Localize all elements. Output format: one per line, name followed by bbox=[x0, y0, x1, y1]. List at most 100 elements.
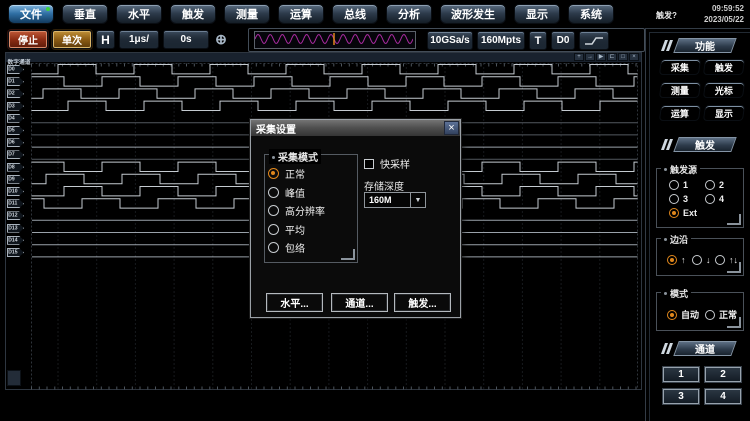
radio-unselected[interactable] bbox=[268, 242, 279, 253]
menu-item-10[interactable]: 系统 bbox=[568, 4, 614, 24]
waveform-position-preview[interactable] bbox=[254, 31, 416, 49]
channel-button-4[interactable]: 4 bbox=[704, 388, 742, 405]
channel-settings-button[interactable]: 通道... bbox=[331, 293, 388, 312]
menu-item-8[interactable]: 波形发生 bbox=[440, 4, 506, 24]
acq-mode-option-3[interactable]: 平均 bbox=[268, 222, 305, 237]
fast-sample-checkbox[interactable] bbox=[364, 159, 374, 169]
dialog-close-icon[interactable]: × bbox=[444, 121, 459, 135]
function-button-0[interactable]: 采集 bbox=[659, 59, 701, 75]
radio-unselected[interactable] bbox=[705, 180, 715, 190]
channel-button-1[interactable]: 1 bbox=[662, 366, 700, 383]
menu-item-7[interactable]: 分析 bbox=[386, 4, 432, 24]
radio-unselected[interactable] bbox=[692, 255, 702, 265]
horizontal-button[interactable]: H bbox=[96, 30, 115, 49]
edge-option-2[interactable]: ↑↓ bbox=[715, 255, 738, 265]
menu-item-label: 水平 bbox=[128, 6, 150, 22]
radio-unselected[interactable] bbox=[669, 194, 679, 204]
channel-section-header: 通道 bbox=[673, 341, 736, 356]
menu-item-1[interactable]: 垂直 bbox=[62, 4, 108, 24]
dialog-titlebar[interactable]: 采集设置 bbox=[251, 120, 460, 136]
menu-item-9[interactable]: 显示 bbox=[514, 4, 560, 24]
channel-button-grid: 1234 bbox=[662, 366, 746, 410]
edge-option-1[interactable]: ↓ bbox=[692, 255, 711, 265]
channel-tag-label: D11 bbox=[8, 201, 17, 206]
menu-item-label: 系统 bbox=[580, 6, 602, 22]
radio-unselected[interactable] bbox=[715, 255, 725, 265]
window-collapse-icon[interactable]: ⊏ bbox=[607, 53, 617, 61]
channel-button-3[interactable]: 3 bbox=[662, 388, 700, 405]
radio-selected[interactable] bbox=[667, 255, 677, 265]
menu-item-2[interactable]: 水平 bbox=[116, 4, 162, 24]
window-maximize-icon[interactable]: □ bbox=[618, 53, 628, 61]
radio-unselected[interactable] bbox=[705, 310, 715, 320]
trigger-source-label: 触发源 bbox=[661, 163, 700, 176]
horizontal-offset-button[interactable]: 0s bbox=[163, 30, 209, 49]
trigger-source-option-4[interactable]: 4 bbox=[705, 194, 724, 204]
window-arrow-right-icon[interactable]: → bbox=[585, 53, 595, 61]
window-play-icon[interactable]: ▶ bbox=[596, 53, 606, 61]
acquisition-toolbar-frame: 10GSa/s 160Mpts T D0 bbox=[248, 28, 645, 52]
menu-item-4[interactable]: 测量 bbox=[224, 4, 270, 24]
channel-tag-label: D3 bbox=[8, 104, 14, 109]
trigger-indicator-button[interactable]: T bbox=[529, 31, 547, 50]
timebase-button[interactable]: 1μs/ bbox=[119, 30, 159, 49]
sample-rate-button[interactable]: 10GSa/s bbox=[427, 31, 473, 50]
scroll-handle[interactable] bbox=[7, 370, 21, 386]
trigger-source-group: 触发源 1234Ext bbox=[656, 168, 744, 228]
trigger-source-option-1[interactable]: 1 bbox=[669, 180, 688, 190]
trigger-settings-button[interactable]: 触发... bbox=[394, 293, 451, 312]
channel-button-2[interactable]: 2 bbox=[704, 366, 742, 383]
radio-unselected[interactable] bbox=[669, 180, 679, 190]
oscilloscope-screen: 文件垂直水平触发测量运算总线分析波形发生显示系统 触发? 09:59:52 20… bbox=[0, 0, 750, 421]
radio-selected[interactable] bbox=[669, 208, 679, 218]
function-button-3[interactable]: 光标 bbox=[703, 82, 745, 98]
window-plus-icon[interactable]: + bbox=[574, 53, 584, 61]
menu-item-label: 分析 bbox=[398, 6, 420, 22]
acq-mode-option-2[interactable]: 高分辨率 bbox=[268, 203, 325, 218]
acq-mode-option-4[interactable]: 包络 bbox=[268, 240, 305, 255]
single-button[interactable]: 单次 bbox=[52, 30, 92, 49]
function-button-label: 显示 bbox=[715, 107, 733, 120]
function-button-4[interactable]: 运算 bbox=[659, 105, 701, 121]
active-indicator-dot bbox=[46, 7, 50, 11]
acq-mode-option-0[interactable]: 正常 bbox=[268, 166, 305, 181]
channel-tag-label: D6 bbox=[8, 140, 14, 145]
window-close-icon[interactable]: × bbox=[629, 53, 639, 61]
rising-edge-icon[interactable] bbox=[579, 31, 609, 50]
menu-item-5[interactable]: 运算 bbox=[278, 4, 324, 24]
fast-sample-label: 快采样 bbox=[380, 156, 410, 171]
edge-group: 边沿 ↑↓↑↓ bbox=[656, 238, 744, 276]
memory-depth-dropdown[interactable]: 160M ▼ bbox=[364, 192, 426, 208]
function-button-5[interactable]: 显示 bbox=[703, 105, 745, 121]
function-button-1[interactable]: 触发 bbox=[703, 59, 745, 75]
radio-unselected[interactable] bbox=[268, 224, 279, 235]
acq-mode-option-1[interactable]: 峰值 bbox=[268, 185, 305, 200]
menu-item-0[interactable]: 文件 bbox=[8, 4, 54, 24]
trigger-status-label: 触发? bbox=[656, 10, 677, 21]
radio-unselected[interactable] bbox=[705, 194, 715, 204]
radio-label: ↑↓ bbox=[729, 255, 738, 265]
memory-depth-button[interactable]: 160Mpts bbox=[477, 31, 525, 50]
menu-item-6[interactable]: 总线 bbox=[332, 4, 378, 24]
mode-option-1[interactable]: 正常 bbox=[705, 308, 737, 321]
radio-label: ↑ bbox=[681, 255, 686, 265]
trigger-source-option-3[interactable]: 3 bbox=[669, 194, 688, 204]
digital-window-titlebar[interactable]: 数字通道 bbox=[6, 53, 641, 62]
trigger-source-option-2[interactable]: 2 bbox=[705, 180, 724, 190]
radio-unselected[interactable] bbox=[268, 205, 279, 216]
trigger-source-button[interactable]: D0 bbox=[551, 31, 575, 50]
radio-unselected[interactable] bbox=[268, 187, 279, 198]
radio-selected[interactable] bbox=[268, 168, 279, 179]
zoom-in-icon[interactable]: ⊕ bbox=[212, 30, 230, 49]
acq-mode-label: 高分辨率 bbox=[285, 203, 325, 218]
radio-label: ↓ bbox=[706, 255, 711, 265]
menu-item-3[interactable]: 触发 bbox=[170, 4, 216, 24]
horizontal-settings-button[interactable]: 水平... bbox=[266, 293, 323, 312]
radio-selected[interactable] bbox=[667, 310, 677, 320]
right-sidebar: 功能 采集触发测量光标运算显示 触发 触发源 1234Ext 边沿 ↑↓↑↓ 模… bbox=[645, 28, 750, 421]
trigger-source-option-Ext[interactable]: Ext bbox=[669, 208, 697, 218]
function-button-2[interactable]: 测量 bbox=[659, 82, 701, 98]
edge-option-0[interactable]: ↑ bbox=[667, 255, 686, 265]
stop-button[interactable]: 停止 bbox=[8, 30, 48, 49]
mode-option-0[interactable]: 自动 bbox=[667, 308, 699, 321]
